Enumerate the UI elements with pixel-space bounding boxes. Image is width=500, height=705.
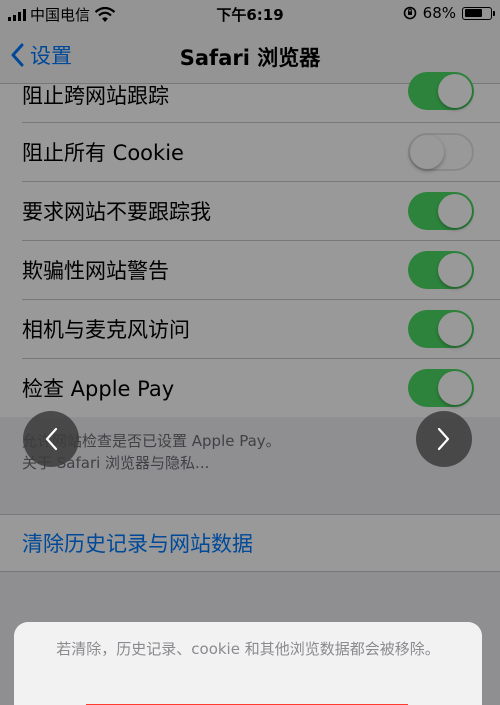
chevron-right-icon xyxy=(437,427,450,451)
dim-overlay xyxy=(0,0,500,705)
action-sheet: 若清除，历史记录、cookie 和其他浏览数据都会被移除。 xyxy=(14,622,482,705)
chevron-left-icon xyxy=(45,427,58,451)
previous-button[interactable] xyxy=(23,411,79,467)
action-sheet-message: 若清除，历史记录、cookie 和其他浏览数据都会被移除。 xyxy=(56,640,440,658)
next-button[interactable] xyxy=(416,411,472,467)
